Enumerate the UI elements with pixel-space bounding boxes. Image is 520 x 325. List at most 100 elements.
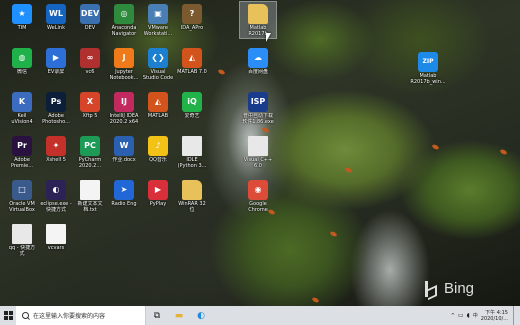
folder-icon (248, 4, 268, 24)
file-explorer-icon[interactable]: ▬ (168, 306, 190, 325)
desktop-shortcut[interactable]: WinRAR 32 位 (174, 178, 210, 214)
xshell-icon: ✦ (46, 136, 66, 156)
desktop-shortcut[interactable]: ZIP Matlab R2017b_win... (410, 50, 446, 86)
desktop-shortcut[interactable]: ➤ Radio Eng (106, 178, 142, 214)
folder-icon (182, 180, 202, 200)
file-icon (12, 224, 32, 244)
desktop-shortcut[interactable]: IJ IntelliJ IDEA 2020.2 x64 (106, 90, 142, 126)
wallpaper-leaf (499, 148, 508, 156)
desktop-shortcut-label: 普中自动下载 软件1.86.exe (242, 113, 274, 125)
desktop-shortcut[interactable]: ◎ Anaconda Navigator (106, 2, 142, 38)
ida-icon: ? (182, 4, 202, 24)
desktop-shortcut[interactable]: ▣ VMware Workstati... (140, 2, 176, 38)
desktop-shortcut-label: Matlab R2017b_win... (410, 73, 446, 85)
desktop-shortcut-label: IDLE (Python 3... (177, 157, 207, 169)
chrome-icon: ◉ (248, 180, 268, 200)
bing-watermark-text: Bing (444, 280, 475, 297)
xftp-icon: X (80, 92, 100, 112)
desktop-shortcut[interactable]: ★ TIM (4, 2, 40, 38)
desktop-shortcut[interactable]: ◍ 微信 (4, 46, 40, 82)
desktop-shortcut[interactable]: ❮❯ Visual Studio Code (140, 46, 176, 82)
welink-icon: WL (46, 4, 66, 24)
virtualbox-icon: □ (12, 180, 32, 200)
desktop-shortcut[interactable]: vcvars (38, 222, 74, 258)
clock-date: 2020/10/... (480, 315, 508, 322)
input-language-indicator[interactable]: 中 (473, 312, 478, 319)
zip-icon: ZIP (418, 52, 438, 72)
matlab-icon: ◭ (182, 48, 202, 68)
desktop-shortcut[interactable]: ∞ vc6 (72, 46, 108, 82)
taskbar-pinned-apps: ⧉ ▬ ◐ (146, 306, 212, 325)
desktop-shortcut[interactable]: ▶ PyPlay (140, 178, 176, 214)
tray-network-icon[interactable]: ▭ (458, 312, 464, 319)
taskbar-clock[interactable]: 下午 4:15 2020/10/... (481, 310, 508, 322)
tray-volume-icon[interactable]: ◖ (467, 312, 470, 319)
desktop-shortcut[interactable]: ◐ eclipse.exe - 快捷方式 (38, 178, 74, 214)
desktop-shortcut[interactable]: □ Oracle VM VirtualBox (4, 178, 40, 214)
desktop-shortcut-label: 百度网盘 (247, 69, 268, 75)
evcapture-icon: ▶ (46, 48, 66, 68)
show-desktop-button[interactable] (513, 306, 516, 325)
desktop-shortcut-label: 爱奇艺 (184, 113, 200, 119)
vc6-icon: ∞ (80, 48, 100, 68)
desktop-shortcut[interactable]: ◭ MATLAB 7.0 (174, 46, 210, 82)
desktop-shortcut[interactable]: PC PyCharm 2020.2... (72, 134, 108, 170)
desktop-shortcut[interactable]: ♪ QQ音乐 (140, 134, 176, 170)
desktop-shortcut-label: WinRAR 32 位 (178, 201, 206, 213)
desktop-shortcut[interactable]: iQ 爱奇艺 (174, 90, 210, 126)
desktop[interactable]: ★ TIM WL WeLink DEV DEV ◎ Anaconda Navigator ▣ VM… (0, 0, 520, 306)
desktop-shortcut[interactable]: Ps Adobe Photosho... (38, 90, 74, 126)
desktop-shortcut[interactable]: ▶ EV录屏 (38, 46, 74, 82)
desktop-shortcut[interactable]: Pr Adobe Premie... (4, 134, 40, 170)
wallpaper-leaf (311, 296, 320, 304)
desktop-shortcut-label: Matlab R2017b (248, 25, 268, 37)
pycharm-icon: PC (80, 136, 100, 156)
file-icon (182, 136, 202, 156)
text-file-icon (46, 224, 66, 244)
desktop-shortcut[interactable]: X Xftp 5 (72, 90, 108, 126)
desktop-shortcut[interactable]: Visual C++ 6.0 (240, 134, 276, 170)
photoshop-icon: Ps (46, 92, 66, 112)
desktop-shortcut[interactable]: ISP 普中自动下载 软件1.86.exe (240, 90, 276, 126)
devcpp-icon: DEV (80, 4, 100, 24)
desktop-shortcut[interactable]: ? IDA_APro (174, 2, 210, 38)
desktop-shortcut[interactable]: W 作业.docx (106, 134, 142, 170)
qqmusic-icon: ♪ (148, 136, 168, 156)
desktop-shortcut[interactable]: 新建文本文 档.txt (72, 178, 108, 214)
desktop-shortcut[interactable]: DEV DEV (72, 2, 108, 38)
desktop-shortcut[interactable]: K Keil uVision4 (4, 90, 40, 126)
taskbar: 在这里输入你要搜索的内容 ⧉ ▬ ◐ ^ ▭ ◖ 中 下午 4:15 2020/10… (0, 306, 520, 325)
start-button[interactable] (0, 306, 16, 325)
windows-logo-icon (3, 311, 13, 320)
desktop-shortcut[interactable]: qq - 快捷方 式 (4, 222, 40, 258)
desktop-shortcut[interactable]: ◭ MATLAB (140, 90, 176, 126)
wallpaper-leaf (431, 143, 440, 151)
anaconda-icon: ◎ (114, 4, 134, 24)
file-icon (248, 136, 268, 156)
intellij-icon: IJ (114, 92, 134, 112)
desktop-shortcut-label: IDA_APro (180, 25, 204, 31)
tray-overflow-icon[interactable]: ^ (451, 313, 455, 319)
system-tray: ^ ▭ ◖ 中 下午 4:15 2020/10/... (451, 306, 520, 325)
bing-logo-icon (425, 280, 440, 297)
radio-icon: ➤ (114, 180, 134, 200)
eclipse-icon: ◐ (46, 180, 66, 200)
mouse-cursor-icon (266, 33, 271, 42)
search-icon (22, 312, 29, 319)
desktop-shortcut[interactable]: ✦ Xshell 5 (38, 134, 74, 170)
desktop-shortcut[interactable]: ◉ Google Chrome (240, 178, 276, 214)
wallpaper-leaf (261, 126, 270, 134)
desktop-shortcut[interactable]: J Jupyter Notebook... (106, 46, 142, 82)
desktop-shortcut-label: vcvars (47, 245, 65, 251)
desktop-shortcut[interactable]: ☁ 百度网盘 (240, 46, 276, 82)
task-view-icon[interactable]: ⧉ (146, 306, 168, 325)
tim-icon: ★ (12, 4, 32, 24)
desktop-shortcut[interactable]: IDLE (Python 3... (174, 134, 210, 170)
vscode-icon: ❮❯ (148, 48, 168, 68)
taskbar-search-box[interactable]: 在这里输入你要搜索的内容 (16, 306, 146, 325)
wallpaper-leaf (329, 230, 338, 238)
text-file-icon (80, 180, 100, 200)
desktop-shortcut[interactable]: WL WeLink (38, 2, 74, 38)
vmware-icon: ▣ (148, 4, 168, 24)
edge-icon[interactable]: ◐ (190, 306, 212, 325)
